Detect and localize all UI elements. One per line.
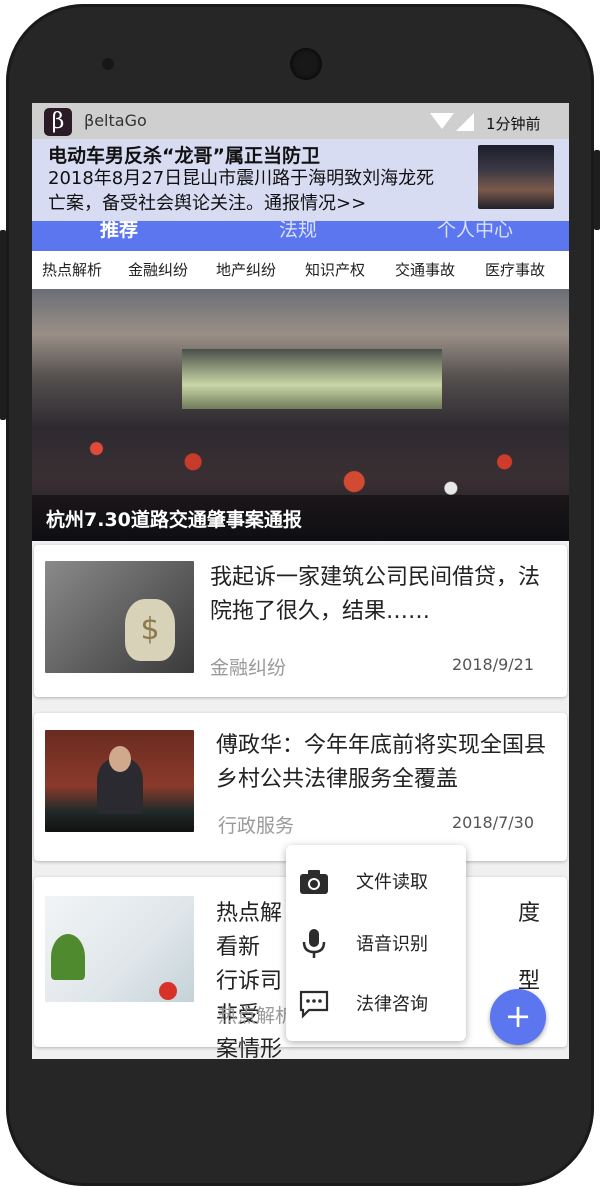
article-title: 傅政华：今年年底前将实现全国县乡村公共法律服务全覆盖 bbox=[216, 733, 547, 792]
camera-icon bbox=[300, 870, 328, 894]
front-camera bbox=[102, 58, 114, 70]
banner-caption: 杭州7.30道路交通肇事案通报 bbox=[46, 509, 302, 531]
category-hot-analysis[interactable]: 热点解析 bbox=[42, 259, 102, 280]
notification-body: 2018年8月27日昆山市震川路于海明致刘海龙死亡案，备受社会舆论关注。通报情况… bbox=[48, 168, 435, 214]
fab-add-button[interactable]: + bbox=[490, 989, 546, 1045]
speaker-face bbox=[109, 746, 131, 772]
volume-button bbox=[0, 230, 6, 420]
screen: β βeltaGo 1分钟前 推荐 法规 个人中心 电动车男反杀“龙哥”属正当防… bbox=[32, 103, 569, 1059]
category-finance[interactable]: 金融纠纷 bbox=[128, 259, 188, 280]
article-title-line3: 案情形 bbox=[216, 1037, 283, 1059]
article-card[interactable]: 傅政华：今年年底前将实现全国县乡村公共法律服务全覆盖 行政服务 2018/7/3… bbox=[34, 713, 567, 861]
notification-thumbnail bbox=[478, 145, 554, 209]
article-thumbnail bbox=[45, 730, 194, 832]
chat-icon bbox=[299, 990, 329, 1019]
push-notification[interactable]: 电动车男反杀“龙哥”属正当防卫 2018年8月27日昆山市震川路于海明致刘海龙死… bbox=[32, 139, 569, 221]
menu-label: 法律咨询 bbox=[356, 994, 428, 1015]
article-category: 热点解析 bbox=[218, 1005, 295, 1027]
banner-image bbox=[182, 349, 442, 409]
article-thumbnail bbox=[45, 896, 194, 1002]
article-date: 2018/9/21 bbox=[452, 655, 535, 674]
tomato-decoration bbox=[159, 982, 177, 1000]
menu-item-legal-consult[interactable]: 法律咨询 bbox=[286, 973, 466, 1033]
article-date: 2018/7/30 bbox=[452, 813, 535, 832]
article-thumbnail: $ bbox=[45, 561, 194, 673]
power-button bbox=[594, 150, 600, 230]
plant-decoration bbox=[51, 934, 85, 980]
plus-icon: + bbox=[504, 997, 532, 1035]
speaker-grille bbox=[290, 48, 322, 80]
category-traffic[interactable]: 交通事故 bbox=[395, 259, 455, 280]
microphone-icon bbox=[302, 929, 326, 958]
article-category: 行政服务 bbox=[218, 815, 295, 837]
menu-item-file-read[interactable]: 文件读取 bbox=[286, 851, 466, 911]
menu-item-voice-recognition[interactable]: 语音识别 bbox=[286, 913, 466, 973]
signal-icon bbox=[456, 113, 474, 131]
notification-title: 电动车男反杀“龙哥”属正当防卫 bbox=[48, 145, 320, 167]
menu-label: 文件读取 bbox=[356, 872, 428, 893]
money-bag-icon: $ bbox=[125, 599, 175, 661]
category-ip[interactable]: 知识产权 bbox=[305, 259, 365, 280]
category-bar: 热点解析 金融纠纷 地产纠纷 知识产权 交通事故 医疗事故 bbox=[32, 251, 569, 289]
category-real-estate[interactable]: 地产纠纷 bbox=[216, 259, 276, 280]
article-title: 我起诉一家建筑公司民间借贷，法院拖了很久，结果…… bbox=[210, 565, 541, 624]
banner-carousel[interactable]: 杭州7.30道路交通肇事案通报 bbox=[32, 289, 569, 541]
article-category: 金融纠纷 bbox=[210, 657, 287, 679]
app-logo: β bbox=[44, 108, 72, 136]
wifi-icon bbox=[430, 113, 454, 129]
app-name: βeltaGo bbox=[84, 111, 147, 130]
article-title-line2: 行诉司 bbox=[216, 969, 283, 994]
quick-action-menu: 文件读取 语音识别 法律咨询 bbox=[286, 845, 466, 1041]
article-card[interactable]: $ 我起诉一家建筑公司民间借贷，法院拖了很久，结果…… 金融纠纷 2018/9/… bbox=[34, 545, 567, 697]
article-title-line1: 热点解 bbox=[216, 901, 283, 926]
notification-time: 1分钟前 bbox=[486, 115, 541, 133]
menu-label: 语音识别 bbox=[356, 934, 428, 955]
category-medical[interactable]: 医疗事故 bbox=[485, 259, 545, 280]
status-bar: β βeltaGo 1分钟前 bbox=[32, 103, 569, 139]
